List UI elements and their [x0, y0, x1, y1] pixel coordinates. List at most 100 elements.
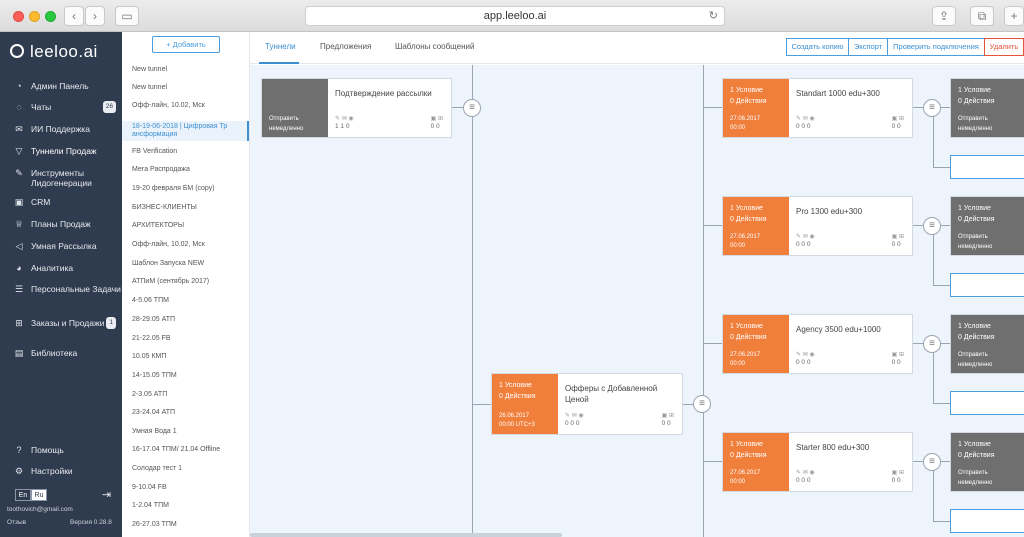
empty-node-slot[interactable]: [950, 509, 1024, 533]
tunnel-list-item[interactable]: 10.05 КМП: [122, 353, 249, 361]
sidebar-item-analytics[interactable]: ◕ Аналитика: [0, 263, 122, 273]
sidebar-item-sales-funnels[interactable]: ▽ Туннели Продаж: [0, 146, 122, 156]
tunnel-list-item[interactable]: 23-24.04 АТП: [122, 409, 249, 417]
tunnel-list-item[interactable]: Офф-лайн, 10.02, Мск: [122, 102, 249, 110]
lang-ru-button[interactable]: Ru: [31, 489, 47, 501]
tunnel-list-item[interactable]: 21-22.05 FB: [122, 335, 249, 343]
help-link[interactable]: ? Помощь: [0, 445, 122, 455]
tunnel-list-item[interactable]: 18-19-06-2018 | Цифровая Тр ансформация: [122, 121, 249, 141]
tunnel-list-item[interactable]: 26-27.03 ТПМ: [122, 521, 249, 529]
funnel-icon: ▽: [15, 146, 23, 156]
sidebar-item-library[interactable]: ▤ Библиотека: [0, 348, 122, 358]
funnel-node-root[interactable]: Отправить немедленно Подтверждение рассы…: [261, 78, 452, 138]
tunnel-list-item[interactable]: 14-15.05 ТПМ: [122, 372, 249, 380]
create-copy-button[interactable]: Создать копию: [786, 38, 849, 56]
connector-line: [703, 107, 723, 108]
menu-icon[interactable]: ≡: [923, 217, 941, 235]
sidebar-item-leadgen-tools[interactable]: ✎ Инструменты Лидогенерации: [0, 168, 122, 188]
funnel-node-gray[interactable]: 1 Условие 0 Действия Отправить немедленн…: [950, 432, 1024, 492]
tunnel-list-item[interactable]: АРХИТЕКТОРЫ: [122, 222, 249, 230]
sidebar-item-sales-plans[interactable]: ♕ Планы Продаж: [0, 219, 122, 229]
check-connections-button[interactable]: Проверить подключения: [887, 38, 985, 56]
tunnel-list-item[interactable]: БИЗНЕС-КЛИЕНТЫ: [122, 204, 249, 212]
add-tunnel-button[interactable]: + Добавить: [152, 36, 220, 53]
sidebar-item-crm[interactable]: ▣ CRM: [0, 197, 122, 207]
lang-en-button[interactable]: En: [15, 489, 31, 501]
minimize-window-button[interactable]: [29, 11, 40, 22]
funnel-canvas[interactable]: Отправить немедленно Подтверждение рассы…: [250, 65, 1024, 537]
forward-icon[interactable]: ›: [85, 6, 105, 26]
tunnel-list-item[interactable]: FB Verification: [122, 148, 249, 156]
back-icon[interactable]: ‹: [64, 6, 84, 26]
tunnel-list-item[interactable]: 1-2.04 ТПМ: [122, 502, 249, 510]
tunnel-list-item[interactable]: Мега Распродажа: [122, 166, 249, 174]
sidebar-item-ai-support[interactable]: ✉ ИИ Поддержка: [0, 124, 122, 134]
funnel-node-gray[interactable]: 1 Условие 0 Действия Отправить немедленн…: [950, 196, 1024, 256]
logo[interactable]: leeloo.ai: [10, 42, 98, 62]
node-stats-right: ▣ ⊞ 0 0: [891, 352, 904, 366]
url-text: app.leeloo.ai: [483, 10, 547, 22]
reload-icon[interactable]: ↻: [709, 7, 718, 25]
export-button[interactable]: Экспорт: [848, 38, 888, 56]
delete-button[interactable]: Удалить: [984, 38, 1024, 56]
connector-line: [703, 225, 723, 226]
sidebar-item-chats[interactable]: ◌ Чаты 26: [0, 101, 122, 113]
funnel-node-gray[interactable]: 1 Условие 0 Действия Отправить немедленн…: [950, 78, 1024, 138]
dashboard-icon: ◔: [16, 81, 22, 91]
tunnel-list-item[interactable]: 9-10.04 FB: [122, 484, 249, 492]
tunnel-list-item[interactable]: 2-3.05 АТП: [122, 391, 249, 399]
cart-icon: ⊞: [15, 318, 23, 328]
menu-icon[interactable]: ≡: [923, 335, 941, 353]
node-side-panel: 1 Условие 0 Действия 26.06.2017 00:00 UT…: [492, 374, 558, 434]
tunnel-list-item[interactable]: New tunnel: [122, 66, 249, 74]
tunnel-list-item[interactable]: Солодар тест 1: [122, 465, 249, 473]
address-bar[interactable]: app.leeloo.ai ↻: [305, 6, 725, 26]
tunnel-list-item[interactable]: Офф-лайн, 10.02, Мск: [122, 241, 249, 249]
node-side-panel: 1 Условие 0 Действия 27.06.2017 00:00: [723, 79, 789, 137]
new-tab-button[interactable]: +: [1004, 6, 1024, 26]
empty-node-slot[interactable]: [950, 391, 1024, 415]
tunnel-list-item[interactable]: Умная Вода 1: [122, 428, 249, 436]
empty-node-slot[interactable]: [950, 273, 1024, 297]
crm-icon: ▣: [14, 197, 24, 207]
tunnel-list-item[interactable]: Шаблон Запуска NEW: [122, 260, 249, 268]
node-title: Pro 1300 edu+300: [796, 207, 863, 216]
share-icon[interactable]: ⇪: [932, 6, 956, 26]
tab-tunnels[interactable]: Туннели: [265, 42, 296, 51]
settings-link[interactable]: ⚙ Настройки: [0, 466, 122, 476]
logout-icon[interactable]: ⇥: [102, 488, 111, 501]
funnel-node-branch[interactable]: 1 Условие 0 Действия 27.06.2017 00:00 St…: [722, 78, 913, 138]
chat-count-badge: 26: [102, 101, 116, 113]
menu-icon[interactable]: ≡: [923, 453, 941, 471]
funnel-node-branch[interactable]: 1 Условие 0 Действия 27.06.2017 00:00 Ag…: [722, 314, 913, 374]
funnel-node-offer[interactable]: 1 Условие 0 Действия 26.06.2017 00:00 UT…: [491, 373, 683, 435]
tabs-icon[interactable]: ⧉: [970, 6, 994, 26]
funnel-node-branch[interactable]: 1 Условие 0 Действия 27.06.2017 00:00 St…: [722, 432, 913, 492]
funnel-node-branch[interactable]: 1 Условие 0 Действия 27.06.2017 00:00 Pr…: [722, 196, 913, 256]
tab-message-templates[interactable]: Шаблоны сообщений: [395, 42, 474, 51]
menu-icon[interactable]: ≡: [923, 99, 941, 117]
zoom-window-button[interactable]: [45, 11, 56, 22]
tunnel-list-item[interactable]: 28-29.05 АТП: [122, 316, 249, 324]
menu-icon[interactable]: ≡: [693, 395, 711, 413]
tunnel-list-item[interactable]: 4-5.06 ТПМ: [122, 297, 249, 305]
tunnel-list-item[interactable]: АТПиМ (сентябрь 2017): [122, 278, 249, 286]
tunnel-list-item[interactable]: 16-17.04 ТПМ/ 21.04 Offline: [122, 446, 249, 454]
sidebar-item-tasks[interactable]: ☰ Персональные Задачи: [0, 284, 122, 294]
sidebar-item-admin[interactable]: ◔ Админ Панель: [0, 81, 122, 91]
tab-offers[interactable]: Предложения: [320, 42, 371, 51]
menu-icon[interactable]: ≡: [463, 99, 481, 117]
stats-icons: ✎ ✉ ◉: [796, 116, 815, 122]
horizontal-scrollbar[interactable]: [250, 533, 562, 537]
sidebar-toggle-icon[interactable]: ▭: [115, 6, 139, 26]
trophy-icon: ♕: [14, 219, 24, 229]
tunnel-list-item[interactable]: 19-20 февраля БМ (copy): [122, 185, 249, 193]
funnel-node-gray[interactable]: 1 Условие 0 Действия Отправить немедленн…: [950, 314, 1024, 374]
empty-node-slot[interactable]: [950, 155, 1024, 179]
close-window-button[interactable]: [13, 11, 24, 22]
sidebar-item-orders[interactable]: ⊞ Заказы и Продажи 1: [0, 317, 122, 329]
sidebar-item-smart-mailing[interactable]: ◁ Умная Рассылка: [0, 241, 122, 251]
stats-icons: ▣ ⊞: [430, 116, 443, 122]
tunnel-list-item[interactable]: New tunnel: [122, 84, 249, 92]
feedback-link[interactable]: Отзыв: [7, 519, 26, 526]
